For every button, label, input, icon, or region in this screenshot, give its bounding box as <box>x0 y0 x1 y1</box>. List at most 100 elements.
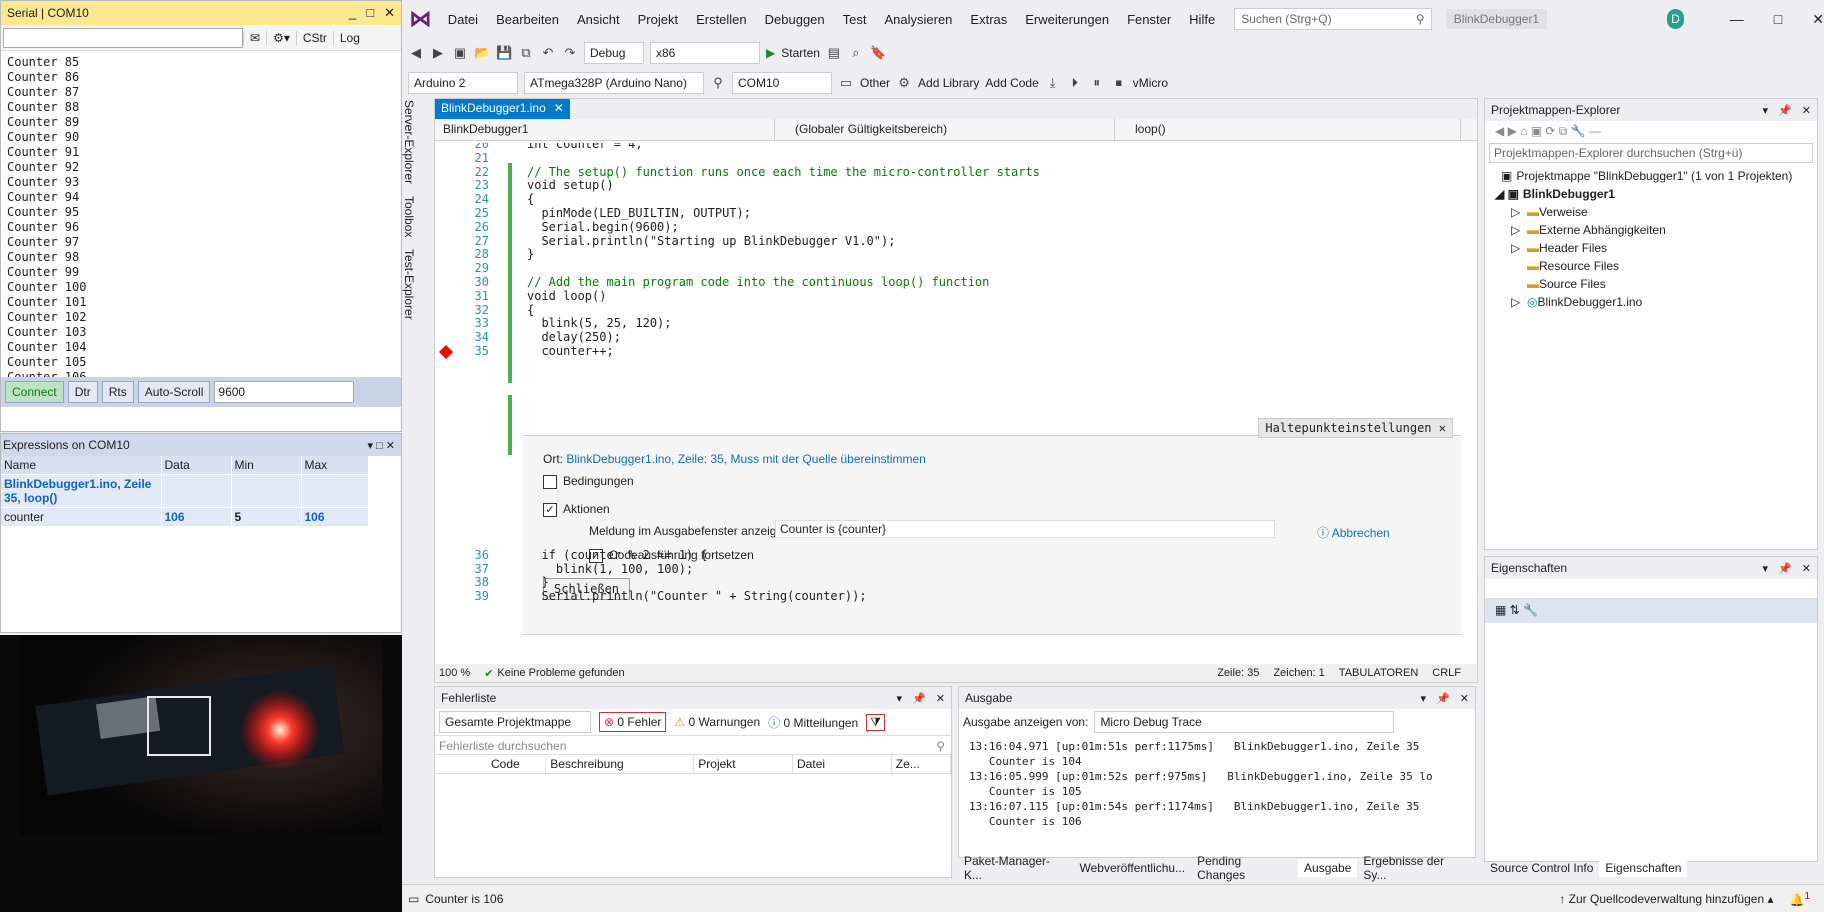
zoom-level[interactable]: 100 % <box>439 667 470 679</box>
menu-ansicht[interactable]: Ansicht <box>568 12 629 27</box>
toolbox-tab[interactable]: Toolbox <box>402 190 416 243</box>
nav-member[interactable]: loop() <box>1115 119 1461 140</box>
output-source-select[interactable]: Micro Debug Trace <box>1094 711 1395 733</box>
redo-icon[interactable]: ↷ <box>562 45 578 61</box>
dtr-button[interactable]: Dtr <box>67 381 98 403</box>
server-explorer-tab[interactable]: Server-Explorer <box>402 94 416 190</box>
code-line[interactable]: { <box>527 192 534 206</box>
config-select[interactable]: Debug <box>584 42 644 64</box>
nav-scope[interactable]: (Globaler Gültigkeitsbereich) <box>775 119 1115 140</box>
message-input[interactable]: Counter is {counter} <box>775 520 1275 538</box>
baud-select[interactable]: 9600 <box>214 381 355 403</box>
window-buttons[interactable]: ▾ □ ✕ <box>368 439 402 452</box>
mail-icon[interactable]: ✉ <box>243 30 266 45</box>
code-line[interactable]: void loop() <box>527 289 606 303</box>
scope-select[interactable]: Gesamte Projektmappe <box>439 711 591 733</box>
code-line[interactable]: delay(250); <box>527 330 620 344</box>
search-box[interactable]: Suchen (Strg+Q) ⚲ <box>1234 8 1432 30</box>
menu-erstellen[interactable]: Erstellen <box>687 12 756 27</box>
bookmark-icon[interactable]: 🔖 <box>870 45 886 61</box>
add-library-menu[interactable]: Add Library <box>918 76 979 90</box>
error-col-header[interactable]: Ze... <box>892 755 952 773</box>
start-button[interactable]: Starten <box>781 46 820 60</box>
back-icon[interactable]: ◀ <box>408 45 424 61</box>
tree-item[interactable]: ▷ ◎ BlinkDebugger1.ino <box>1485 293 1817 311</box>
nav-project[interactable]: BlinkDebugger1 <box>435 119 775 140</box>
upload-icon[interactable]: ⤓ <box>1045 75 1061 91</box>
test-explorer-tab[interactable]: Test-Explorer <box>402 243 416 326</box>
menu-erweiterungen[interactable]: Erweiterungen <box>1016 12 1118 27</box>
location-link[interactable]: BlinkDebugger1.ino, Zeile: 35, Muss mit … <box>566 452 926 466</box>
cstr-button[interactable]: CStr <box>295 30 333 45</box>
code-line[interactable]: // Add the main program code into the co… <box>527 275 989 289</box>
maximize-icon[interactable]: □ <box>1774 11 1782 28</box>
minimize-icon[interactable]: — <box>1730 11 1744 28</box>
tab-0[interactable]: Paket-Manager-K... <box>958 852 1073 884</box>
search-icon[interactable]: ⚲ <box>710 75 726 91</box>
errors-filter[interactable]: ⊗ 0 Fehler <box>599 712 667 732</box>
project-node[interactable]: ◢ ▣ BlinkDebugger1 <box>1485 185 1817 203</box>
code-line[interactable]: // The setup() function runs once each t… <box>527 165 1040 179</box>
menu-bearbeiten[interactable]: Bearbeiten <box>487 12 568 27</box>
save-icon[interactable]: 💾 <box>496 45 512 61</box>
notification-bell-icon[interactable]: 🔔1 <box>1789 891 1810 907</box>
tab-4[interactable]: Ergebnisse der Sy... <box>1357 852 1476 884</box>
document-tab[interactable]: BlinkDebugger1.ino ✕ <box>435 99 570 119</box>
avatar[interactable]: D <box>1667 9 1684 29</box>
forward-icon[interactable]: ▶ <box>430 45 446 61</box>
serial-send-input[interactable] <box>3 27 243 48</box>
tab-source-control-info[interactable]: Source Control Info <box>1484 859 1599 877</box>
error-col-header[interactable]: Beschreibung <box>546 755 695 773</box>
add-code-menu[interactable]: Add Code <box>985 76 1038 90</box>
platform-select[interactable]: x86 <box>650 42 760 64</box>
log-button[interactable]: Log <box>332 30 366 45</box>
new-item-icon[interactable]: ▣ <box>452 45 468 61</box>
actions-checkbox[interactable]: ✓ <box>543 502 557 517</box>
close-icon[interactable]: ✕ <box>384 5 395 21</box>
monitor-icon[interactable]: ▭ <box>838 75 854 91</box>
port-select[interactable]: COM10 <box>732 72 832 94</box>
code-line[interactable]: Serial.begin(9600); <box>527 220 678 234</box>
menu-extras[interactable]: Extras <box>961 12 1016 27</box>
tree-item[interactable]: ▬ Source Files <box>1485 275 1817 293</box>
save-all-icon[interactable]: ⧉ <box>518 45 534 61</box>
menu-test[interactable]: Test <box>834 12 876 27</box>
tab-1[interactable]: Webveröffentlichu... <box>1073 859 1191 877</box>
rts-button[interactable]: Rts <box>101 381 134 403</box>
gear-icon[interactable]: ⚙▾ <box>266 30 296 45</box>
cancel-link[interactable]: Abbrechen <box>1332 526 1390 540</box>
menu-datei[interactable]: Datei <box>439 12 487 27</box>
code-line[interactable]: { <box>527 303 534 317</box>
code-line[interactable]: Serial.println("Counter " + String(count… <box>527 589 866 603</box>
code-line[interactable]: blink(5, 25, 120); <box>527 316 671 330</box>
folder-icon[interactable]: ▤ <box>826 45 842 61</box>
tree-item[interactable]: ▬ Resource Files <box>1485 257 1817 275</box>
menu-fenster[interactable]: Fenster <box>1118 12 1180 27</box>
gear-icon[interactable]: ⚙ <box>896 75 912 91</box>
menu-projekt[interactable]: Projekt <box>629 12 687 27</box>
connect-button[interactable]: Connect <box>5 381 64 403</box>
solution-root[interactable]: ▣ Projektmappe "BlinkDebugger1" (1 von 1… <box>1485 167 1817 185</box>
minimize-icon[interactable]: _ <box>349 5 356 21</box>
menu-debuggen[interactable]: Debuggen <box>756 12 834 27</box>
tree-item[interactable]: ▷ ▬ Header Files <box>1485 239 1817 257</box>
solution-search-input[interactable]: Projektmappen-Explorer durchsuchen (Strg… <box>1489 143 1813 163</box>
other-menu[interactable]: Other <box>860 76 890 90</box>
code-area[interactable]: Haltepunkteinstellungen ✕ Ort: BlinkDebu… <box>435 143 1461 663</box>
code-line[interactable]: void setup() <box>527 178 614 192</box>
cpu-select[interactable]: ATmega328P (Arduino Nano) <box>524 72 704 94</box>
find-icon[interactable]: ⌕ <box>848 45 864 61</box>
properties-object-select[interactable] <box>1485 579 1817 599</box>
error-col-header[interactable]: Datei <box>793 755 892 773</box>
tree-item[interactable]: ▷ ▬ Verweise <box>1485 203 1817 221</box>
board-select[interactable]: Arduino 2 <box>408 72 518 94</box>
error-search-input[interactable]: Fehlerliste durchsuchen <box>439 739 566 753</box>
error-col-header[interactable]: Code <box>487 755 547 773</box>
vmicro-menu[interactable]: vMicro <box>1133 76 1168 90</box>
start-icon[interactable]: ▶ <box>766 46 775 60</box>
toolbar-icons[interactable]: ◀ ▶ ⌂ ▣ ⟳ ⧉ 🔧 — <box>1485 121 1817 143</box>
properties-toolbar[interactable]: ▦ ⇅ 🔧 <box>1485 599 1817 623</box>
restore-icon[interactable]: □ <box>366 5 374 21</box>
code-line[interactable]: int counter = 4; <box>527 143 643 151</box>
error-col-header[interactable]: Projekt <box>694 755 794 773</box>
